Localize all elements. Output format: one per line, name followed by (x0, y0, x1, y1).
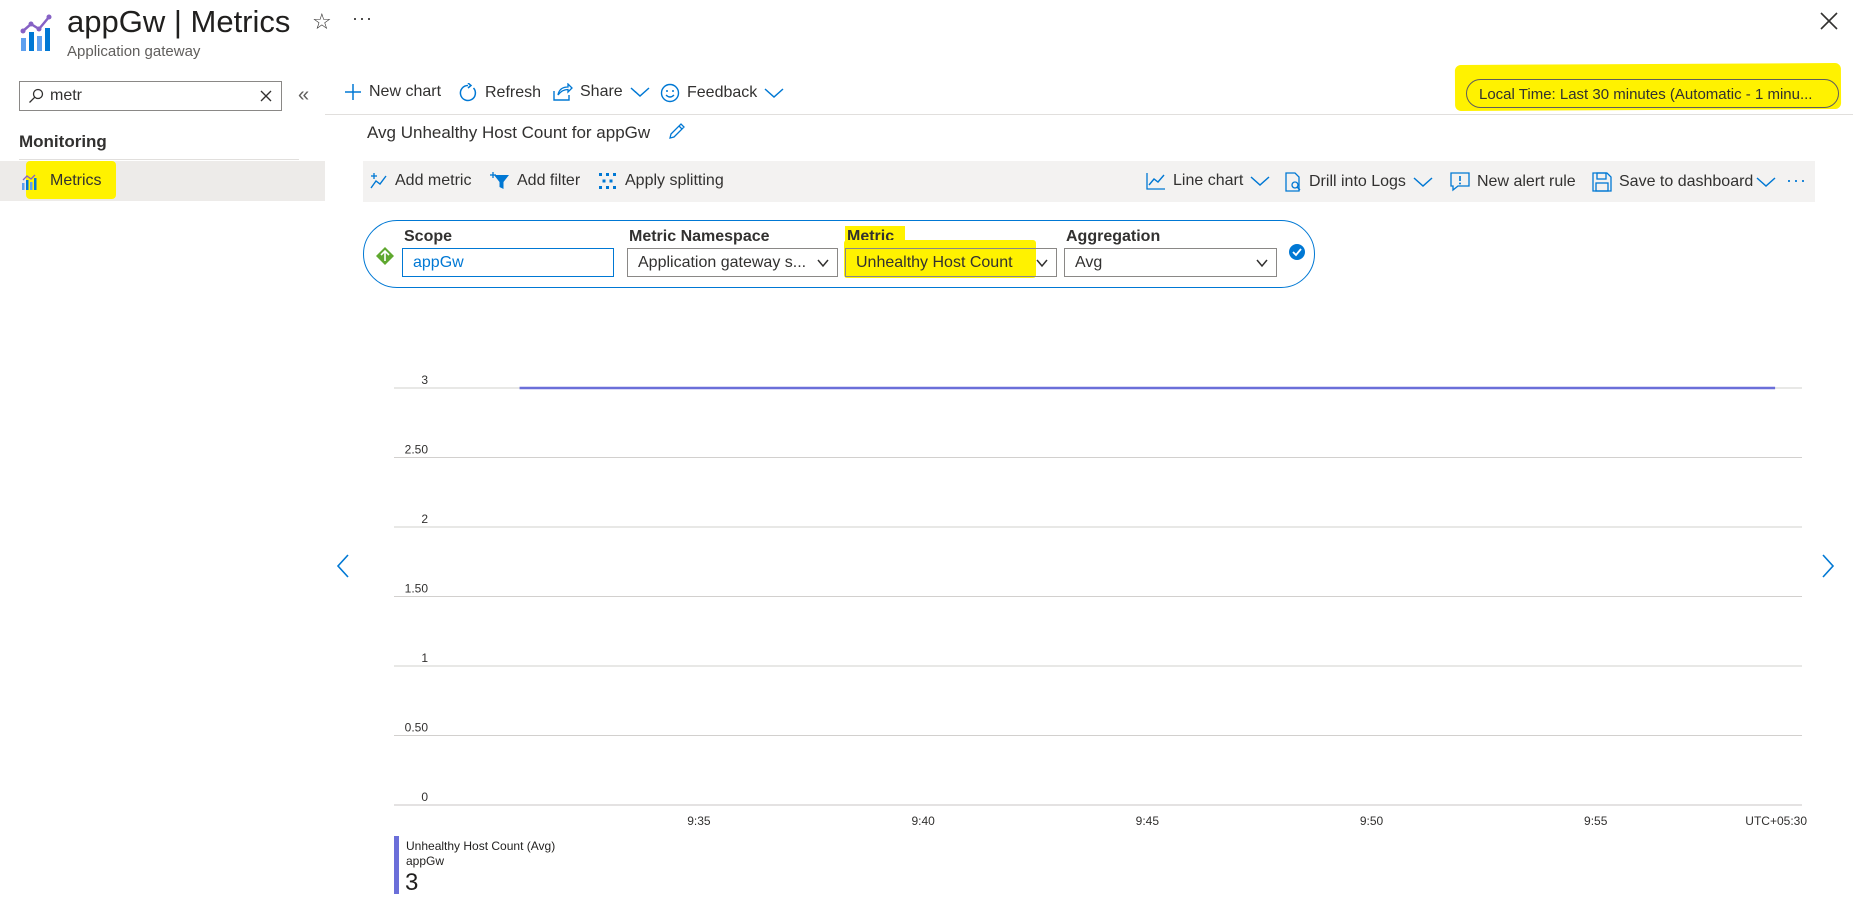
sidebar-search-box[interactable] (19, 81, 282, 111)
filter-icon (490, 172, 509, 189)
share-button[interactable]: Share (553, 83, 651, 101)
add-filter-button[interactable]: Add filter (490, 172, 580, 190)
line-chart-button[interactable]: Line chart (1146, 172, 1271, 190)
collapse-sidebar-icon[interactable]: « (298, 84, 309, 107)
drill-into-logs-button[interactable]: Drill into Logs (1284, 172, 1434, 192)
x-tick-label: 9:35 (687, 814, 711, 828)
add-metric-icon (370, 173, 387, 189)
apply-splitting-button[interactable]: Apply splitting (598, 172, 724, 190)
new-chart-button[interactable]: New chart (344, 83, 441, 101)
refresh-button[interactable]: Refresh (458, 83, 541, 103)
metrics-icon (22, 174, 37, 190)
chevron-right-icon[interactable] (1820, 553, 1836, 579)
chevron-down-icon (1036, 259, 1048, 268)
clear-search-icon[interactable] (259, 89, 273, 103)
metrics-app-icon (20, 14, 52, 51)
chart-title: Avg Unhealthy Host Count for appGw (367, 123, 651, 142)
timezone-label: UTC+05:30 (1745, 814, 1807, 828)
y-tick-label: 0.50 (405, 721, 429, 735)
app-gateway-icon (376, 247, 394, 265)
chevron-down-icon (764, 88, 784, 99)
namespace-dropdown[interactable]: Application gateway s... (627, 248, 838, 277)
logs-icon (1285, 172, 1301, 192)
y-tick-label: 0 (421, 790, 428, 804)
save-icon (1592, 172, 1612, 192)
line-chart-icon (1146, 173, 1165, 190)
y-tick-label: 2.50 (405, 443, 429, 457)
page-subtitle: Application gateway (67, 43, 201, 60)
chevron-down-icon (630, 87, 650, 98)
new-alert-rule-button[interactable]: New alert rule (1450, 172, 1576, 192)
scope-label: Scope (404, 228, 453, 245)
y-tick-label: 1 (421, 651, 428, 665)
x-tick-label: 9:45 (1136, 814, 1160, 828)
plus-icon (345, 84, 361, 100)
search-icon (29, 88, 44, 103)
chevron-down-icon (1256, 259, 1268, 268)
close-icon[interactable] (1818, 10, 1840, 32)
scope-field[interactable]: appGw (402, 248, 614, 277)
chevron-down-icon (1250, 176, 1270, 187)
share-icon (553, 83, 573, 101)
sidebar-divider (19, 159, 299, 160)
line-chart: 0 0.50 1 1.50 2 2.50 3 9:35 9:40 9:45 9:50 9:55 UT… (394, 373, 1807, 828)
x-tick-label: 9:50 (1360, 814, 1384, 828)
add-metric-button[interactable]: Add metric (370, 172, 471, 190)
smiley-icon (660, 83, 680, 103)
sidebar-item-metrics[interactable]: Metrics (0, 161, 325, 201)
time-range-picker[interactable]: Local Time: Last 30 minutes (Automatic -… (1466, 79, 1839, 108)
favorite-star-icon[interactable]: ☆ (312, 9, 332, 35)
save-to-dashboard-button[interactable]: Save to dashboard (1592, 172, 1777, 192)
metric-dropdown[interactable]: Unhealthy Host Count (845, 248, 1057, 277)
y-tick-label: 2 (421, 512, 428, 526)
feedback-button[interactable]: Feedback (660, 83, 785, 103)
chevron-down-icon (1756, 177, 1776, 188)
more-options-icon[interactable]: ··· (352, 8, 373, 29)
refresh-icon (459, 83, 477, 102)
y-tick-label: 1.50 (405, 582, 429, 596)
checkmark-circle-icon[interactable] (1288, 243, 1306, 261)
page-title: appGw | Metrics (67, 4, 291, 39)
sidebar-item-label: Metrics (50, 172, 102, 189)
y-tick-label: 3 (421, 373, 428, 387)
toolbar-divider (325, 114, 1853, 115)
x-tick-label: 9:55 (1584, 814, 1608, 828)
more-chart-options-icon[interactable]: ··· (1786, 170, 1807, 191)
aggregation-dropdown[interactable]: Avg (1064, 248, 1277, 277)
legend-color-bar (394, 836, 399, 894)
chevron-down-icon (817, 259, 829, 268)
edit-pencil-icon[interactable] (667, 121, 687, 141)
chevron-down-icon (1413, 177, 1433, 188)
splitting-icon (599, 173, 616, 189)
x-tick-label: 9:40 (911, 814, 935, 828)
sidebar-search-input[interactable] (50, 85, 250, 107)
aggregation-label: Aggregation (1066, 228, 1161, 245)
legend-series-label: Unhealthy Host Count (Avg) (406, 839, 556, 853)
namespace-label: Metric Namespace (629, 228, 770, 245)
legend-value: 3 (405, 869, 419, 896)
legend-resource-label: appGw (406, 854, 445, 868)
alert-icon (1450, 172, 1470, 192)
sidebar-section-heading: Monitoring (19, 132, 107, 151)
